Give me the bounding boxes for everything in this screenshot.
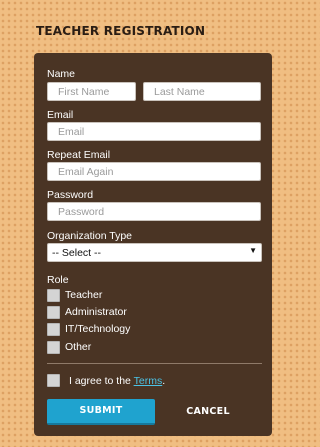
terms-prefix: I agree to the [69, 375, 134, 387]
registration-form-panel: Name Email Repeat Email Password Organiz… [34, 53, 272, 436]
role-checkbox-it-technology[interactable] [47, 323, 60, 336]
role-option-label: Teacher [65, 289, 103, 301]
email-input[interactable] [47, 122, 261, 141]
email-label: Email [47, 109, 74, 121]
cancel-button[interactable]: CANCEL [174, 399, 242, 425]
last-name-input[interactable] [143, 82, 261, 101]
password-input[interactable] [47, 202, 261, 221]
submit-button[interactable]: SUBMIT [47, 399, 155, 425]
role-checkbox-teacher[interactable] [47, 289, 60, 302]
first-name-input[interactable] [47, 82, 136, 101]
role-checkbox-other[interactable] [47, 341, 60, 354]
terms-text: I agree to the Terms. [69, 375, 165, 387]
terms-checkbox[interactable] [47, 374, 60, 387]
password-label: Password [47, 189, 94, 201]
role-label: Role [47, 274, 69, 286]
organization-type-value: -- Select -- [52, 247, 102, 259]
role-option-label: Other [65, 341, 92, 353]
name-label: Name [47, 68, 76, 80]
page-title: TEACHER REGISTRATION [36, 24, 206, 38]
role-checkbox-administrator[interactable] [47, 306, 60, 319]
role-option-label: Administrator [65, 306, 127, 318]
terms-link[interactable]: Terms [134, 375, 163, 387]
role-option-label: IT/Technology [65, 323, 131, 335]
repeat-email-label: Repeat Email [47, 149, 111, 161]
organization-type-select[interactable]: -- Select -- ▼ [47, 243, 262, 262]
form-divider [47, 363, 262, 364]
dropdown-arrow-icon: ▼ [249, 246, 257, 255]
terms-suffix: . [162, 375, 166, 387]
repeat-email-input[interactable] [47, 162, 261, 181]
organization-type-label: Organization Type [47, 230, 133, 242]
